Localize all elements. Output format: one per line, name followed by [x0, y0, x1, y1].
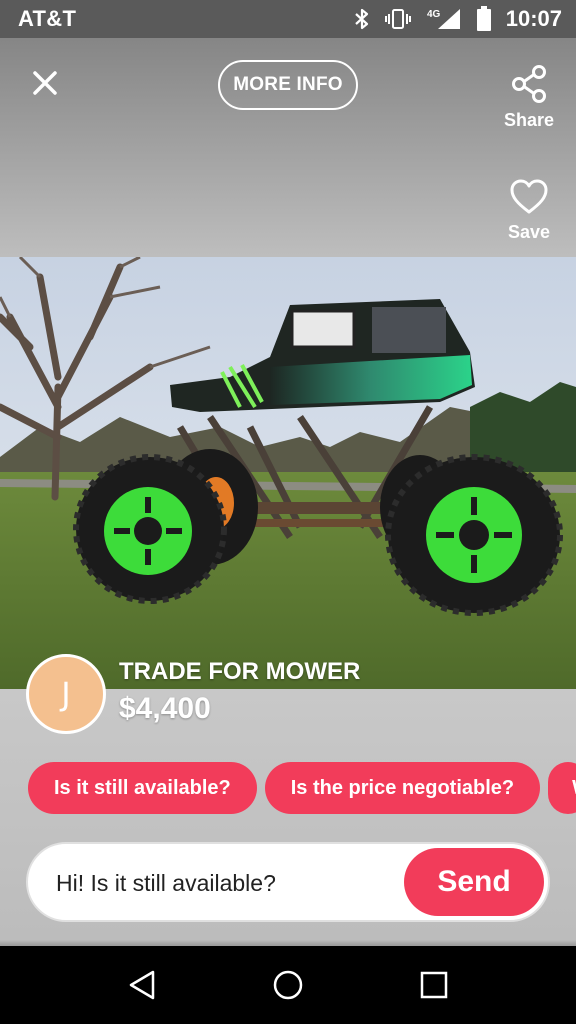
front-left-wheel: [73, 454, 227, 604]
front-right-wheel: [385, 454, 563, 616]
back-button[interactable]: [127, 969, 157, 1001]
listing-screen: AT&T 4G 10:07 MORE INFO Share Save J TRA…: [0, 0, 576, 1024]
share-icon: [512, 65, 546, 103]
system-nav-bar: [0, 946, 576, 1024]
monster-truck-image: [0, 257, 576, 689]
recents-square-icon: [420, 971, 447, 999]
svg-text:4G: 4G: [427, 9, 441, 20]
bluetooth-icon: [354, 7, 370, 31]
close-button[interactable]: [26, 64, 64, 102]
share-label: Share: [503, 110, 555, 130]
status-bar: AT&T 4G 10:07: [0, 0, 576, 38]
message-input[interactable]: [56, 870, 396, 897]
send-button[interactable]: Send: [404, 848, 544, 916]
recents-button[interactable]: [419, 970, 449, 1000]
home-button[interactable]: [272, 969, 304, 1001]
message-composer: Send: [26, 842, 550, 922]
clock: 10:07: [505, 6, 562, 31]
quick-reply-available[interactable]: Is it still available?: [28, 762, 257, 814]
quick-reply-negotiable[interactable]: Is the price negotiable?: [264, 762, 541, 814]
home-circle-icon: [273, 970, 303, 1000]
save-label: Save: [507, 222, 551, 242]
signal-4g-icon: 4G: [426, 7, 462, 31]
status-icons: 4G 10:07: [354, 6, 562, 32]
save-button[interactable]: Save: [489, 178, 569, 243]
share-button[interactable]: Share: [489, 64, 569, 131]
heart-icon: [510, 179, 548, 214]
quick-reply-partial[interactable]: W: [548, 762, 576, 814]
listing-photo[interactable]: [0, 257, 576, 689]
close-icon: [33, 71, 57, 95]
seller-avatar[interactable]: J: [26, 654, 106, 734]
battery-icon: [476, 6, 492, 32]
back-triangle-icon: [130, 970, 155, 1000]
vibrate-icon: [384, 7, 412, 31]
listing-price: $4,400: [119, 692, 211, 725]
quick-replies: Is it still available? Is the price nego…: [28, 762, 576, 814]
carrier-name: AT&T: [18, 6, 77, 31]
listing-title: TRADE FOR MOWER: [119, 658, 361, 685]
more-info-button[interactable]: MORE INFO: [218, 60, 358, 110]
